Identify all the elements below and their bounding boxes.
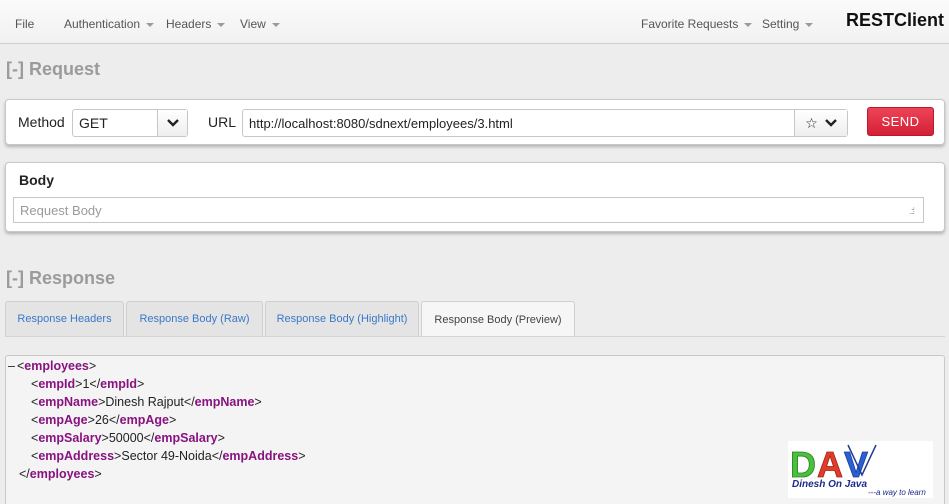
xml-tag: empAddress (38, 449, 115, 463)
menu-authentication-label: Authentication (64, 17, 141, 31)
menu-headers-label: Headers (166, 17, 212, 31)
method-select[interactable]: GET (72, 109, 188, 137)
menu-setting[interactable]: Setting (762, 17, 814, 31)
request-collapse-toggle[interactable]: [-] (6, 59, 24, 79)
xml-field-line: <empId>1</empId> (31, 377, 145, 391)
chevron-down-icon (146, 22, 155, 27)
xml-tag: empName (38, 395, 99, 409)
method-value: GET (79, 115, 108, 131)
logo-tagline: ---a way to learn (868, 488, 926, 497)
response-heading-label: Response (29, 268, 116, 288)
app-brand: RESTClient (845, 10, 944, 30)
xml-root-open: – <employees> (8, 359, 97, 373)
chevron-down-icon (805, 22, 814, 27)
request-panel: Method GET URL ☆ SEND (5, 99, 945, 145)
xml-value: 26 (94, 413, 109, 427)
chevron-down-icon (271, 22, 280, 27)
menu-view-label: View (240, 17, 266, 31)
xml-tag: empName (194, 395, 255, 409)
menu-file[interactable]: File (15, 17, 34, 31)
tab-response-body-raw[interactable]: Response Body (Raw) (126, 301, 263, 336)
menu-view[interactable]: View (240, 17, 280, 31)
menu-setting-label: Setting (762, 17, 800, 31)
resize-grip-icon[interactable]: .:⁞ (909, 206, 914, 216)
method-label: Method (18, 114, 65, 130)
top-navbar: File Authentication Headers View Favorit… (0, 0, 949, 44)
xml-tag: employees (24, 359, 89, 373)
tab-response-headers[interactable]: Response Headers (5, 301, 124, 336)
xml-field-line: <empSalary>50000</empSalary> (31, 431, 225, 445)
xml-tag: empId (100, 377, 137, 391)
xml-tag: empAge (119, 413, 169, 427)
response-collapse-toggle[interactable]: [-] (6, 268, 24, 288)
xml-field-line: <empAddress>Sector 49-Noida</empAddress> (31, 449, 306, 463)
url-input[interactable] (243, 110, 794, 136)
chevron-down-icon (166, 119, 179, 127)
url-addon: ☆ (794, 110, 847, 136)
xml-tag: empId (38, 377, 76, 391)
tab-divider (5, 336, 945, 337)
xml-value: Dinesh Rajput (105, 395, 184, 409)
logo-name: Dinesh On Java (792, 479, 867, 490)
chevron-down-icon (744, 22, 753, 27)
tab-response-body-highlight[interactable]: Response Body (Highlight) (265, 301, 419, 336)
request-heading: [-] Request (6, 59, 100, 80)
xml-collapse-toggle[interactable]: – (8, 359, 15, 373)
body-panel: Body .:⁞ (5, 162, 945, 232)
chevron-down-icon[interactable] (824, 119, 837, 127)
url-group: ☆ (242, 109, 848, 137)
url-label: URL (208, 114, 237, 130)
xml-tag: empSalary (154, 431, 218, 445)
xml-tag: empAddress (222, 449, 299, 463)
menu-file-label: File (15, 17, 35, 31)
menu-favorite-requests[interactable]: Favorite Requests (641, 17, 753, 31)
method-dropdown-button[interactable] (157, 110, 187, 136)
body-title: Body (19, 172, 54, 188)
chevron-down-icon (217, 22, 226, 27)
xml-value: 50000 (108, 431, 144, 445)
xml-value: Sector 49-Noida (121, 449, 212, 463)
xml-tag: empAge (38, 413, 88, 427)
xml-field-line: <empAge>26</empAge> (31, 413, 177, 427)
menu-favorite-requests-label: Favorite Requests (641, 17, 739, 31)
menu-authentication[interactable]: Authentication (64, 17, 155, 31)
xml-tag: empSalary (38, 431, 102, 445)
request-body-textarea[interactable] (13, 197, 924, 223)
xml-root-close: </employees> (19, 467, 102, 481)
xml-tag: employees (29, 467, 95, 481)
star-icon[interactable]: ☆ (805, 115, 818, 132)
menu-headers[interactable]: Headers (166, 17, 226, 31)
response-heading: [-] Response (6, 268, 115, 289)
dav-logo: D A V Dinesh On Java ---a way to learn (788, 441, 933, 498)
xml-field-line: <empName>Dinesh Rajput</empName> (31, 395, 262, 409)
request-heading-label: Request (29, 59, 101, 79)
dav-logo-image: D A V Dinesh On Java ---a way to learn (788, 441, 933, 498)
send-button[interactable]: SEND (867, 107, 934, 136)
tab-response-body-preview[interactable]: Response Body (Preview) (421, 301, 575, 337)
